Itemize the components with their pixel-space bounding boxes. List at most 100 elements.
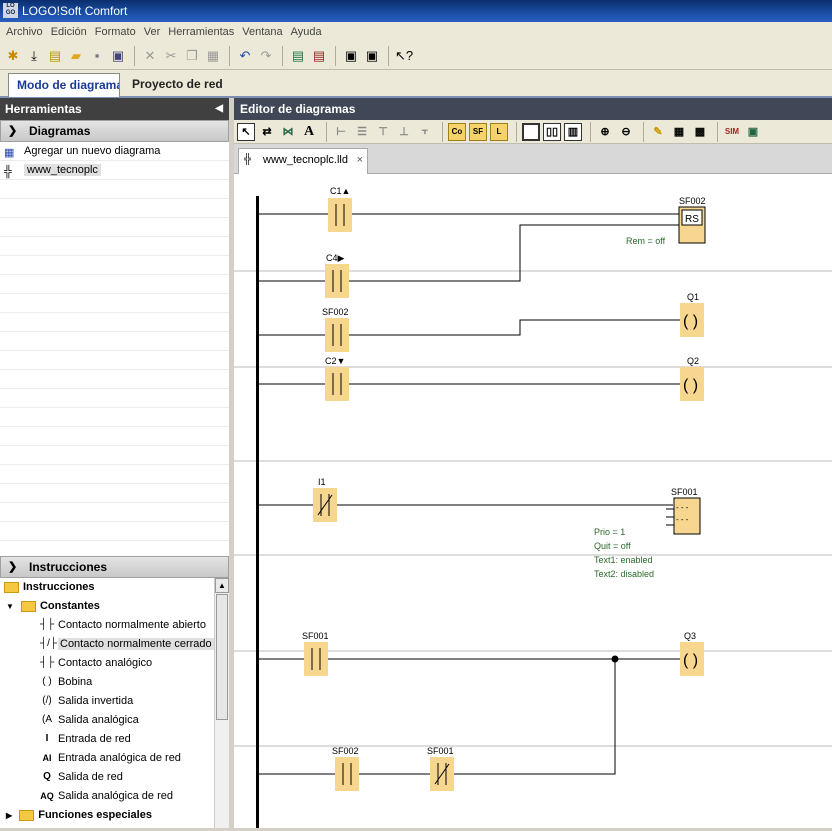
menu-herramientas[interactable]: Herramientas: [164, 26, 238, 38]
add-diagram-item[interactable]: ▦ Agregar un nuevo diagrama: [0, 142, 229, 161]
tree-item[interactable]: AQ Salida analógica de red: [0, 787, 229, 806]
contact-sf001[interactable]: SF001: [302, 631, 329, 676]
logic-icon[interactable]: L: [490, 122, 508, 141]
highlight-icon[interactable]: ✎: [649, 123, 667, 141]
copy-icon[interactable]: ❐: [182, 46, 202, 66]
msg-lines: - - -: [676, 515, 689, 524]
tree-item[interactable]: Q Salida de red: [0, 768, 229, 787]
tree-item[interactable]: I Entrada de red: [0, 730, 229, 749]
tree-item[interactable]: ┤/├ Contacto normalmente cerrado: [0, 635, 229, 654]
constants-icon[interactable]: Co: [448, 122, 466, 141]
align-bottom-icon[interactable]: ⫟: [416, 123, 434, 141]
window-icon[interactable]: ▣: [341, 46, 361, 66]
save-icon[interactable]: ▪: [87, 46, 107, 66]
contact-c1[interactable]: C1▲: [328, 186, 352, 232]
select-tool-icon[interactable]: ↖: [237, 122, 255, 141]
tree-special[interactable]: ▶ Funciones especiales: [0, 806, 229, 825]
file-tab[interactable]: ╬ www_tecnoplc.lld ×: [238, 148, 368, 174]
tree-item[interactable]: ┤├ Contacto analógico: [0, 654, 229, 673]
align-middle-icon[interactable]: ⊥: [395, 123, 413, 141]
help-pointer-icon[interactable]: ↖?: [394, 46, 414, 66]
cut-icon[interactable]: ✂: [161, 46, 181, 66]
online-test-icon[interactable]: ▣: [744, 123, 762, 141]
tree-item[interactable]: ( ) Bobina: [0, 673, 229, 692]
tree-scrollbar[interactable]: ▲: [214, 578, 229, 828]
zoom-in-icon[interactable]: ⊕: [596, 123, 614, 141]
function-tool-icon[interactable]: ⋈: [279, 123, 297, 141]
menu-edicion[interactable]: Edición: [47, 26, 91, 38]
tree-item[interactable]: (A Salida analógica: [0, 711, 229, 730]
contact-sf002-b[interactable]: SF002: [332, 746, 359, 791]
expand-icon[interactable]: ▶: [6, 811, 12, 820]
diagram-item[interactable]: ╬ www_tecnoplc: [0, 161, 229, 180]
contact-i1[interactable]: I1: [313, 477, 337, 522]
logo-to-pc-icon[interactable]: ▤: [309, 46, 329, 66]
open-folder-icon[interactable]: ▰: [66, 46, 86, 66]
menu-archivo[interactable]: Archivo: [2, 26, 47, 38]
close-icon[interactable]: ×: [357, 149, 363, 171]
pc-to-logo-icon[interactable]: ▤: [288, 46, 308, 66]
undo-icon[interactable]: ↶: [235, 46, 255, 66]
menu-ventana[interactable]: Ventana: [238, 26, 286, 38]
network-input-icon: I: [45, 733, 49, 744]
add-diagram-label: Agregar un nuevo diagrama: [24, 145, 161, 157]
tree-constants[interactable]: ▼ Constantes: [0, 597, 229, 616]
tree-item[interactable]: ┤├ Contacto normalmente abierto: [0, 616, 229, 635]
expand-icon[interactable]: ▼: [6, 602, 14, 611]
block-label: SF002: [679, 196, 706, 206]
contact-c2[interactable]: C2▼: [325, 356, 349, 401]
align-left-icon[interactable]: ⊢: [332, 123, 350, 141]
view-split-icon[interactable]: ▯▯: [543, 122, 561, 141]
tab-diagram-mode[interactable]: Modo de diagrama: [8, 73, 120, 97]
diagrams-header[interactable]: ❯ Diagramas: [0, 120, 229, 142]
ladder-canvas[interactable]: C1▲ C4▶ SF002 C2▼ I1 SF001 SF002 SF001 R…: [234, 174, 832, 828]
download-icon[interactable]: ⤓: [24, 46, 44, 66]
special-functions-icon[interactable]: SF: [469, 122, 487, 141]
import-icon[interactable]: ▤: [45, 46, 65, 66]
text-tool-icon[interactable]: A: [300, 123, 318, 141]
view-triple-icon[interactable]: ▥: [564, 122, 582, 141]
grid-icon[interactable]: ▩: [691, 123, 709, 141]
tree-root[interactable]: Instrucciones: [0, 578, 229, 597]
redo-icon[interactable]: ↷: [256, 46, 276, 66]
simulation-icon[interactable]: SIM: [723, 123, 741, 141]
tools-title: Herramientas: [5, 102, 82, 116]
network-analog-input-icon: AI: [42, 753, 52, 763]
scroll-thumb[interactable]: [216, 594, 228, 720]
menu-ver[interactable]: Ver: [140, 26, 165, 38]
tree-item[interactable]: AI Entrada analógica de red: [0, 749, 229, 768]
table-icon[interactable]: ▦: [670, 123, 688, 141]
contact-sf002[interactable]: SF002: [322, 307, 349, 352]
align-center-icon[interactable]: ☰: [353, 123, 371, 141]
scroll-up-icon[interactable]: ▲: [215, 578, 229, 593]
view-single-icon[interactable]: [522, 122, 540, 141]
rs-block[interactable]: RS SF002 Rem = off: [626, 196, 706, 246]
contact-label: I1: [318, 477, 326, 487]
tree-item[interactable]: (/) Salida invertida: [0, 692, 229, 711]
chevron-down-icon[interactable]: ❯: [8, 121, 17, 141]
coil-q3[interactable]: ( ) Q3: [680, 631, 704, 676]
contact-c4[interactable]: C4▶: [325, 253, 349, 298]
export-icon[interactable]: ▣: [362, 46, 382, 66]
print-icon[interactable]: ▣: [108, 46, 128, 66]
tab-network-project[interactable]: Proyecto de red: [124, 73, 231, 97]
rs-text: RS: [685, 214, 699, 225]
paste-icon[interactable]: ▦: [203, 46, 223, 66]
delete-icon[interactable]: ✕: [140, 46, 160, 66]
coil-label: Q1: [687, 292, 699, 302]
zoom-out-icon[interactable]: ⊖: [617, 123, 635, 141]
block-comment: Prio = 1: [594, 527, 625, 537]
chevron-down-icon[interactable]: ❯: [8, 557, 17, 577]
connect-tool-icon[interactable]: ⇄: [258, 123, 276, 141]
tree-item-label: Entrada analógica de red: [58, 752, 181, 764]
collapse-left-icon[interactable]: ◀: [215, 98, 223, 120]
menu-formato[interactable]: Formato: [91, 26, 140, 38]
message-block[interactable]: - - - - - - SF001 Prio = 1 Quit = off Te…: [594, 487, 701, 579]
coil-q2[interactable]: ( ) Q2: [680, 356, 704, 401]
coil-q1[interactable]: ( ) Q1: [680, 292, 704, 337]
align-top-icon[interactable]: ⊤: [374, 123, 392, 141]
contact-sf001-nc[interactable]: SF001: [427, 746, 454, 791]
new-file-icon[interactable]: ✱: [3, 46, 23, 66]
instructions-header[interactable]: ❯ Instrucciones: [0, 556, 229, 578]
menu-ayuda[interactable]: Ayuda: [287, 26, 326, 38]
